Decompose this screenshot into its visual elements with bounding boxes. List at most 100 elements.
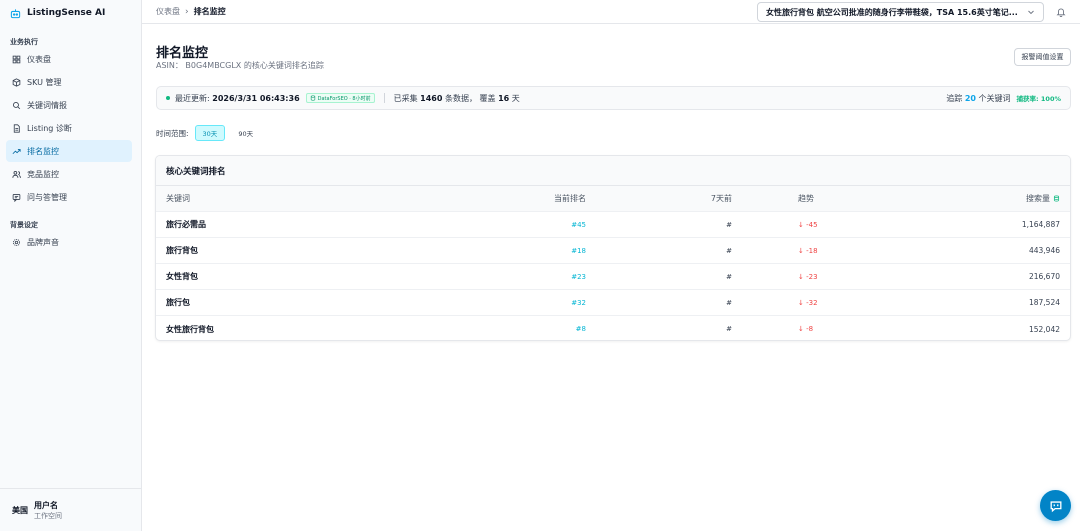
cell-keyword: 旅行包 [166,298,190,307]
tracking-count: 20 [964,93,976,103]
sidebar-item-keywords[interactable]: 关键词情报 [6,94,132,116]
divider [383,93,385,103]
header-seven-days[interactable]: 7天前 [711,186,732,211]
sidebar-item-dashboard[interactable]: 仪表盘 [6,48,132,70]
app-name: ListingSense AI [27,8,106,18]
table-header-row: 关键词 当前排名 7天前 趋势 搜索量 [156,186,1070,212]
product-selector-value: 女性旅行背包 航空公司批准的随身行李带鞋袋，TSA 15.6英寸笔记... [766,7,1018,17]
sidebar-item-label: SKU 管理 [27,77,62,87]
table-row[interactable]: 旅行必需品 #45 # ↓ -45 1,164,887 [156,212,1070,238]
keyword-rank-table: 核心关键词排名 关键词 当前排名 7天前 趋势 搜索量 旅行必需品 #45 # … [155,155,1071,341]
cell-keyword: 女性旅行背包 [166,324,214,334]
bell-icon[interactable] [1056,7,1066,17]
days-suffix: 天 [511,93,520,103]
sidebar-item-competitors[interactable]: 竞品监控 [6,163,132,185]
chat-assistant-button[interactable] [1040,490,1071,521]
cell-current-rank: #32 [571,298,586,307]
table-row[interactable]: 女性背包 #23 # ↓ -23 216,670 [156,264,1070,290]
chat-icon [12,193,21,202]
section-label-background: 背景设定 [10,221,38,229]
sidebar-item-listing[interactable]: Listing 诊断 [6,117,132,139]
header-current-rank[interactable]: 当前排名 [554,186,586,211]
capture-rate: 捕获率: 100% [1016,95,1061,103]
table-title: 核心关键词排名 [156,156,1070,186]
box-icon [12,77,21,87]
users-icon [12,170,21,178]
status-bar: 最近更新: 2026/3/31 06:43:36 DataForSEO · 8小… [156,86,1071,110]
source-badge: DataForSEO · 8小时前 [305,93,375,103]
user-info: 用户名 工作空间 [34,500,62,521]
cell-seven-days: # [726,325,732,333]
gear-icon [12,238,21,246]
breadcrumb-current: 排名监控 [193,7,226,16]
cell-volume: 1,164,887 [1021,220,1060,229]
cell-trend: ↓ -18 [798,246,818,255]
cell-volume: 187,524 [1028,298,1060,307]
sidebar: ListingSense AI 业务执行 仪表盘 SKU 管理 关键词情报 Li… [0,0,142,531]
product-selector[interactable]: 女性旅行背包 航空公司批准的随身行李带鞋袋，TSA 15.6英寸笔记... [757,2,1044,22]
range-90d-button[interactable]: 90天 [231,125,260,141]
tracking-prefix: 追踪 [946,93,963,103]
brand[interactable]: ListingSense AI [0,0,141,26]
header-volume-label: 搜索量 [1026,194,1050,203]
header-keyword: 关键词 [166,194,190,203]
database-icon [310,95,315,101]
breadcrumb-root[interactable]: 仪表盘 [156,6,180,17]
sidebar-item-label: 关键词情报 [27,100,67,110]
database-icon [1053,195,1060,202]
sidebar-item-rank-monitor[interactable]: 排名监控 [6,140,132,162]
user-name: 用户名 [34,500,58,510]
chevron-down-icon [1028,10,1034,15]
cell-keyword: 女性背包 [166,272,198,281]
updated-label: 最近更新: [175,93,210,103]
cell-trend: ↓ -32 [798,298,818,307]
cell-seven-days: # [726,246,732,255]
cell-trend: ↓ -45 [798,220,818,229]
sidebar-item-label: 竞品监控 [27,169,59,179]
section-label-business: 业务执行 [10,38,38,46]
sidebar-item-brand-voice[interactable]: 品牌声音 [6,231,132,253]
table-row[interactable]: 旅行包 #32 # ↓ -32 187,524 [156,290,1070,316]
cell-volume: 216,670 [1028,272,1060,281]
cell-current-rank: #23 [571,272,586,281]
collected-mid: 条数据， 覆盖 [444,93,496,103]
cell-volume: 152,042 [1028,324,1060,334]
header-volume[interactable]: 搜索量 [1026,186,1060,211]
sidebar-item-label: 问与答管理 [27,192,67,202]
cell-current-rank: #45 [571,220,586,229]
page-subtitle: ASIN： B0G4MBCGLX 的核心关键词排名追踪 [156,61,324,70]
page-title: 排名监控 [156,46,209,61]
cell-seven-days: # [726,272,732,281]
table-row[interactable]: 旅行背包 #18 # ↓ -18 443,946 [156,238,1070,264]
tracking-suffix: 个关键词 [978,93,1011,103]
cell-current-rank: #18 [571,246,586,255]
cell-keyword: 旅行背包 [166,246,198,255]
sidebar-item-label: Listing 诊断 [27,123,72,133]
range-30d-button[interactable]: 30天 [194,125,226,141]
sidebar-item-sku[interactable]: SKU 管理 [6,71,132,93]
alert-threshold-button[interactable]: 报警阈值设置 [1014,48,1071,66]
sidebar-item-label: 仪表盘 [27,54,51,64]
header-trend[interactable]: 趋势 [798,186,814,211]
time-range: 时间范围: 30天 90天 [156,125,260,141]
search-icon [12,101,21,109]
chat-bubble-icon [1050,500,1061,512]
sidebar-item-label: 品牌声音 [27,237,59,247]
cell-seven-days: # [726,298,732,307]
sidebar-item-label: 排名监控 [27,146,59,156]
tracking-info: 追踪 20 个关键词 捕获率: 100% [946,93,1061,104]
time-range-label: 时间范围: [156,128,189,138]
user-workspace: 工作空间 [34,511,62,520]
cell-trend: ↓ -8 [798,325,814,333]
cell-trend: ↓ -23 [798,272,818,281]
collected-count: 1460 [420,93,443,103]
days-count: 16 [498,93,510,103]
main-content: 排名监控 ASIN： B0G4MBCGLX 的核心关键词排名追踪 报警阈值设置 … [142,25,1080,531]
cell-keyword: 旅行必需品 [166,220,206,229]
cell-current-rank: #8 [575,325,586,333]
collected-prefix: 已采集 [393,93,418,103]
sidebar-item-qa[interactable]: 问与答管理 [6,186,132,208]
table-row[interactable]: 女性旅行背包 #8 # ↓ -8 152,042 [156,316,1070,340]
user-profile[interactable]: 美国 用户名 工作空间 [0,488,141,531]
topbar: 仪表盘 › 排名监控 女性旅行背包 航空公司批准的随身行李带鞋袋，TSA 15.… [142,0,1080,24]
